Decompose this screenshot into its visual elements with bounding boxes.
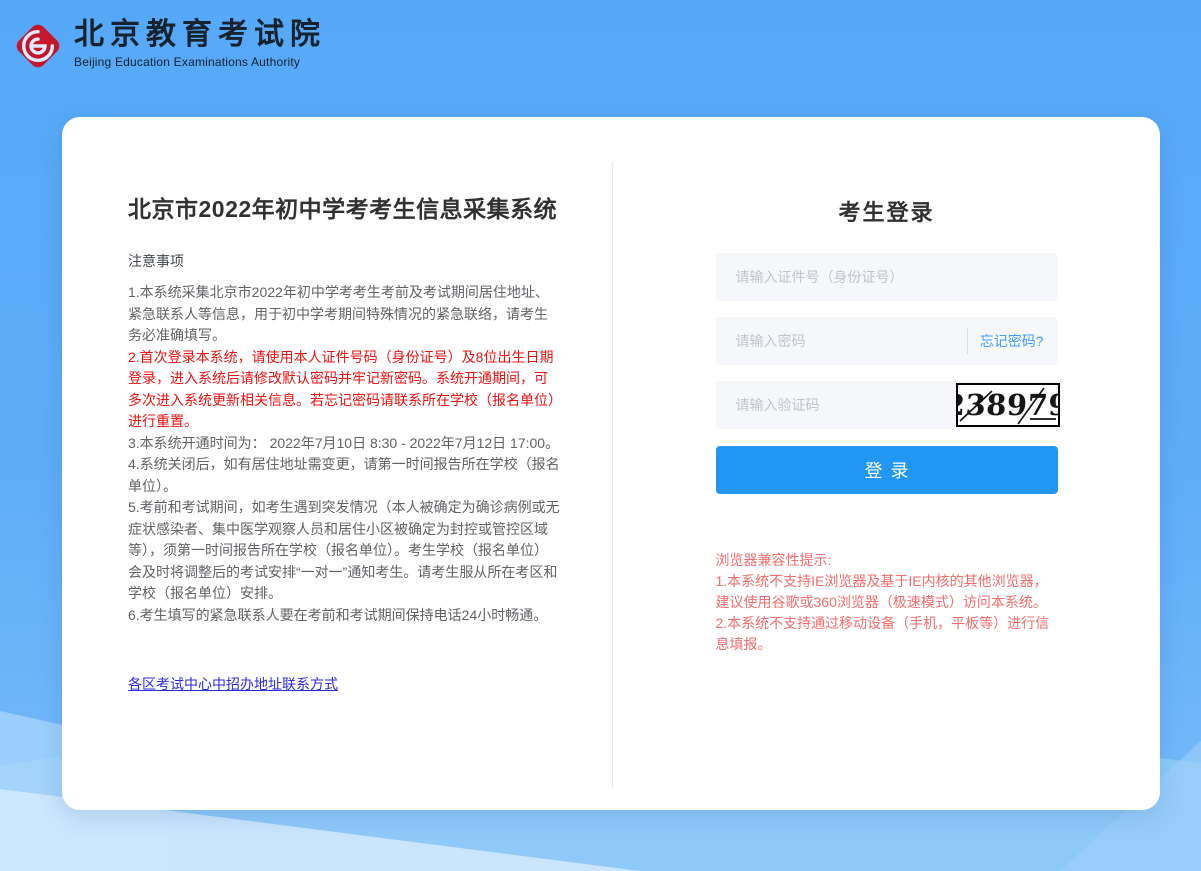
password-row: 忘记密码?	[716, 317, 1058, 365]
login-panel: 考生登录 忘记密码? 238979	[613, 117, 1160, 810]
browser-tips-item-1: 1.本系统不支持IE浏览器及基于IE内核的其他浏览器，建议使用谷歌或360浏览器…	[716, 571, 1058, 613]
captcha-row: 238979	[716, 381, 1058, 429]
org-name-block: 北京教育考试院 Beijing Education Examinations A…	[74, 18, 326, 69]
page-background: 北京教育考试院 Beijing Education Examinations A…	[0, 0, 1201, 871]
password-input[interactable]	[716, 317, 967, 365]
captcha-image[interactable]: 238979	[956, 383, 1060, 427]
forgot-password-link[interactable]: 忘记密码?	[968, 331, 1058, 351]
browser-tips-heading: 浏览器兼容性提示:	[716, 550, 1058, 571]
browser-tips: 浏览器兼容性提示: 1.本系统不支持IE浏览器及基于IE内核的其他浏览器，建议使…	[716, 550, 1058, 655]
login-title: 考生登录	[613, 195, 1160, 227]
notice-heading: 注意事项	[128, 251, 560, 271]
login-button[interactable]: 登录	[716, 446, 1058, 494]
org-name-english: Beijing Education Examinations Authority	[74, 55, 326, 69]
notice-list: 1.本系统采集北京市2022年初中学考考生考前及考试期间居住地址、紧急联系人等信…	[128, 282, 560, 626]
id-number-input[interactable]	[716, 253, 1058, 301]
login-form: 忘记密码? 238979 登录 浏览器兼容性提示: 1.本系统不支持IE浏览器及…	[716, 253, 1058, 655]
site-header: 北京教育考试院 Beijing Education Examinations A…	[12, 18, 326, 72]
captcha-digits: 238979	[956, 388, 1060, 422]
org-name-chinese: 北京教育考试院	[74, 18, 326, 52]
browser-tips-item-2: 2.本系统不支持通过移动设备（手机，平板等）进行信息填报。	[716, 613, 1058, 655]
notice-item-3: 3.本系统开通时间为： 2022年7月10日 8:30 - 2022年7月12日…	[128, 433, 560, 455]
notice-item-6: 6.考生填写的紧急联系人要在考前和考试期间保持电话24小时畅通。	[128, 605, 560, 627]
page-title: 北京市2022年初中学考考生信息采集系统	[128, 190, 560, 224]
id-number-row	[716, 253, 1058, 301]
district-contact-link[interactable]: 各区考试中心中招办地址联系方式	[128, 674, 338, 694]
notice-item-4: 4.系统关闭后，如有居住地址需变更，请第一时间报告所在学校（报名单位）。	[128, 454, 560, 497]
notice-item-5: 5.考前和考试期间，如考生遇到突发情况（本人被确定为确诊病例或无症状感染者、集中…	[128, 497, 560, 605]
bjeea-logo-icon	[12, 20, 64, 72]
login-card: 北京市2022年初中学考考生信息采集系统 注意事项 1.本系统采集北京市2022…	[62, 117, 1160, 810]
notice-panel: 北京市2022年初中学考考生信息采集系统 注意事项 1.本系统采集北京市2022…	[62, 117, 612, 810]
notice-item-1: 1.本系统采集北京市2022年初中学考考生考前及考试期间居住地址、紧急联系人等信…	[128, 282, 560, 347]
notice-item-2: 2.首次登录本系统，请使用本人证件号码（身份证号）及8位出生日期登录，进入系统后…	[128, 347, 560, 433]
